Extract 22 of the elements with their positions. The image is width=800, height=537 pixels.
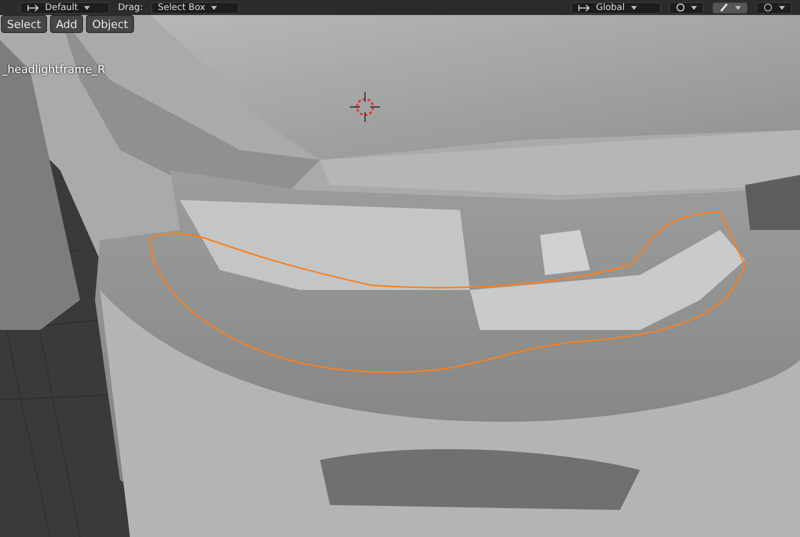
transform-icon xyxy=(578,3,590,12)
drag-label: Drag: xyxy=(118,2,143,12)
caret-icon xyxy=(691,6,697,10)
caret-icon xyxy=(630,6,637,10)
toggle-button[interactable] xyxy=(712,2,748,14)
menu-button[interactable]: Select xyxy=(1,15,47,33)
dropdown[interactable]: Default xyxy=(20,2,110,14)
3d-cursor-icon[interactable] xyxy=(350,92,380,122)
dropdown[interactable]: Global xyxy=(571,2,661,14)
caret-icon xyxy=(84,6,90,10)
toggle-button[interactable] xyxy=(756,2,792,14)
caret-icon xyxy=(211,6,218,10)
pivot-icon xyxy=(676,3,685,12)
menu-button[interactable]: Add xyxy=(50,15,84,33)
proportional-edit-icon xyxy=(763,3,773,12)
caret-icon xyxy=(735,6,741,10)
menu-button[interactable]: Object xyxy=(86,15,134,33)
dropdown[interactable] xyxy=(669,2,704,14)
transform-icon xyxy=(27,3,39,12)
dropdown[interactable]: Select Box xyxy=(150,2,239,14)
caret-icon xyxy=(779,6,785,10)
object-name-label: _headlightframe_R xyxy=(2,63,106,76)
